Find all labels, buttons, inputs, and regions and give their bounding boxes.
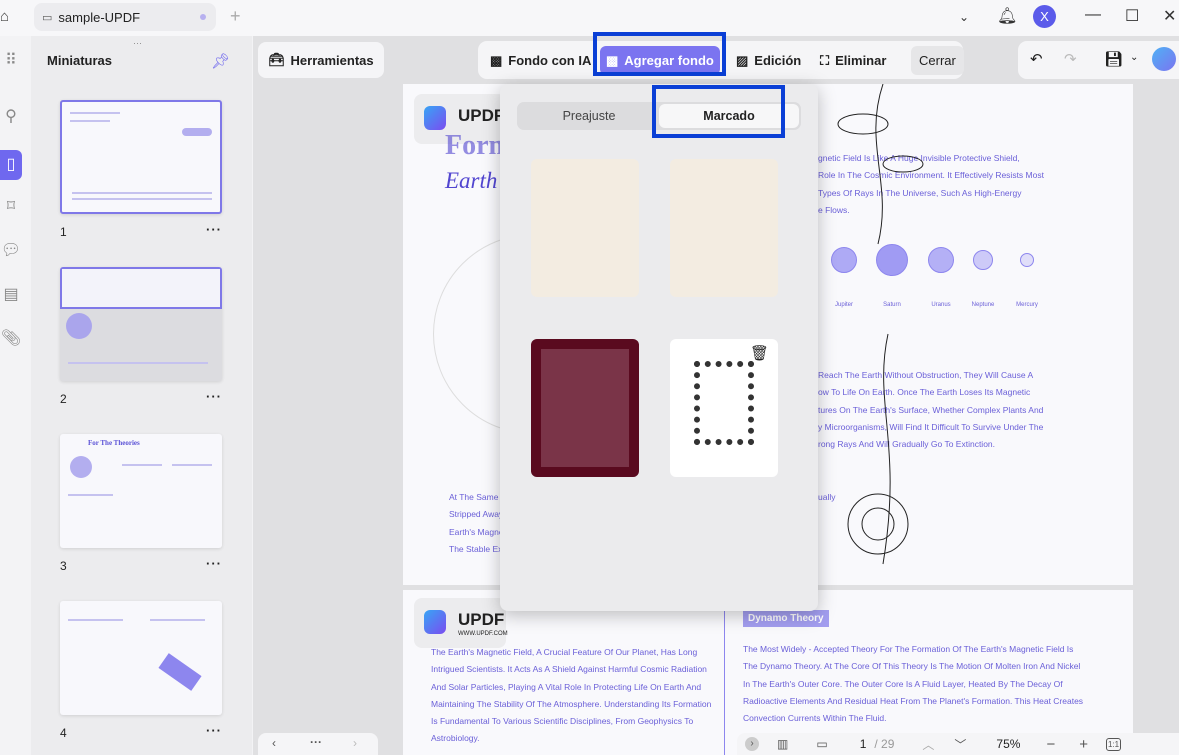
close-button[interactable]: Cerrar bbox=[911, 46, 964, 75]
trash-icon: ⛶ bbox=[820, 52, 830, 68]
sidebar-pager: ‹ ··· › bbox=[258, 733, 378, 755]
chevron-down-icon[interactable]: ⌄ bbox=[959, 10, 969, 24]
planet-label: Neptune bbox=[971, 302, 995, 308]
highlight-box bbox=[593, 32, 726, 76]
background-preset-card[interactable] bbox=[531, 159, 639, 297]
marked-background-card[interactable]: 🗑︎ bbox=[670, 339, 778, 477]
page-thumbnail-4[interactable] bbox=[60, 601, 222, 715]
prev-page-icon[interactable]: ︿ bbox=[922, 736, 934, 753]
next-page-icon[interactable]: ﹀ bbox=[954, 736, 966, 753]
new-tab-icon[interactable]: + bbox=[230, 6, 241, 27]
toolbox-icon: 🧰︎ bbox=[268, 52, 285, 67]
page-more-button[interactable]: ··· bbox=[206, 723, 222, 738]
ai-background-button[interactable]: ▩ Fondo con IA bbox=[484, 46, 597, 75]
ai-assistant-icon[interactable] bbox=[1152, 47, 1176, 71]
page-input[interactable]: 1 bbox=[860, 737, 867, 751]
maximize-icon[interactable]: ☐ bbox=[1125, 6, 1139, 26]
ai-checker-icon: ▩ bbox=[490, 52, 503, 68]
home-icon[interactable]: ⌂ bbox=[0, 8, 9, 25]
grid-icon[interactable]: ⠿ bbox=[0, 50, 22, 70]
highlight-box bbox=[652, 85, 785, 138]
planet-label: Mercury bbox=[1016, 302, 1038, 308]
comment-icon[interactable]: 💬︎ bbox=[0, 240, 22, 260]
delete-background-button[interactable]: ⛶ Eliminar bbox=[814, 46, 892, 75]
page-number: 2 bbox=[60, 392, 67, 406]
background-popup: Preajuste Marcado 🗑︎ bbox=[500, 84, 818, 611]
left-icon-bar: ⠿ ⚲ ▯ ⌑ 💬︎ ▤ 📎︎ bbox=[0, 36, 31, 755]
monitor-icon: ▭ bbox=[42, 11, 53, 24]
page-thumbnail-1[interactable] bbox=[60, 100, 222, 214]
page-thumbnail-3[interactable]: For The Theories bbox=[60, 434, 222, 548]
paragraph: The Earth's Magnetic Field, A Crucial Fe… bbox=[431, 647, 712, 744]
page-more-button[interactable]: ··· bbox=[206, 222, 222, 237]
tools-button[interactable]: 🧰︎ Herramientas bbox=[258, 42, 384, 78]
page-navigation-bar: › ▥ ▭ 1 / 29 ︿ ﹀ 75% − + 1:1 bbox=[737, 733, 1179, 755]
floral-illustration bbox=[837, 84, 924, 565]
sidebar-title: Miniaturas bbox=[47, 53, 113, 68]
search-icon[interactable]: ⚲ bbox=[0, 106, 22, 126]
paragraph: The Most Widely - Accepted Theory For Th… bbox=[743, 644, 1084, 724]
page-thumbnail-2[interactable] bbox=[60, 267, 222, 381]
background-preset-card[interactable] bbox=[670, 159, 778, 297]
tab-preset[interactable]: Preajuste bbox=[519, 104, 659, 128]
next-icon[interactable]: › bbox=[353, 736, 357, 750]
close-window-icon[interactable]: ✕ bbox=[1163, 6, 1176, 26]
zoom-in-icon[interactable]: + bbox=[1079, 736, 1088, 753]
page-number: 1 bbox=[60, 225, 67, 239]
form-icon[interactable]: ▤ bbox=[0, 284, 22, 304]
comment-icon[interactable]: ▭ bbox=[816, 737, 827, 751]
resize-handle[interactable]: ··· bbox=[133, 38, 142, 48]
chevron-down-icon[interactable]: ⌄ bbox=[1130, 52, 1138, 63]
page-total: / 29 bbox=[874, 737, 895, 751]
minimize-icon[interactable]: — bbox=[1085, 6, 1101, 24]
redo-icon[interactable]: ↷ bbox=[1064, 50, 1077, 68]
prev-icon[interactable]: ‹ bbox=[272, 736, 276, 750]
page-more-button[interactable]: ··· bbox=[206, 556, 222, 571]
page-more-button[interactable]: ··· bbox=[206, 389, 222, 404]
zoom-out-icon[interactable]: − bbox=[1046, 736, 1055, 753]
bookmark-icon[interactable]: ⌑ bbox=[0, 196, 22, 216]
attachment-icon[interactable]: 📎︎ bbox=[0, 328, 22, 348]
more-button[interactable]: ··· bbox=[310, 735, 322, 749]
document-tab[interactable]: ▭ sample-UPDF bbox=[34, 3, 216, 31]
right-toolbar: ↶ ↷ 💾︎ ⌄ bbox=[1018, 41, 1179, 79]
tab-title: sample-UPDF bbox=[58, 9, 141, 25]
pin-icon[interactable]: 📌︎ bbox=[211, 52, 230, 70]
pdf-page-2: UPDF WWW.UPDF.COM The Earth's Magnetic F… bbox=[403, 590, 1133, 755]
updf-logo: UPDF WWW.UPDF.COM bbox=[414, 598, 508, 648]
page-subtitle: Earth bbox=[445, 168, 498, 193]
thumbnails-icon[interactable]: ▯ bbox=[0, 150, 22, 180]
page-number: 4 bbox=[60, 726, 67, 740]
bell-icon[interactable]: 🔔︎ bbox=[997, 6, 1017, 26]
unsaved-dot bbox=[200, 14, 206, 20]
edit-icon: ▨ bbox=[736, 52, 749, 68]
planet-mercury bbox=[1020, 253, 1034, 267]
expand-icon[interactable]: › bbox=[745, 737, 759, 751]
planet-neptune bbox=[973, 250, 993, 270]
actual-size-button[interactable]: 1:1 bbox=[1105, 737, 1122, 751]
zoom-level[interactable]: 75% bbox=[996, 737, 1020, 751]
edit-background-button[interactable]: ▨ Edición bbox=[730, 46, 807, 75]
marked-background-card[interactable] bbox=[531, 339, 639, 477]
undo-icon[interactable]: ↶ bbox=[1030, 50, 1043, 68]
thumbnail-heading: For The Theories bbox=[88, 439, 140, 447]
section-title: Dynamo Theory bbox=[743, 610, 829, 627]
save-icon[interactable]: 💾︎ bbox=[1104, 50, 1123, 68]
page-number: 3 bbox=[60, 559, 67, 573]
trash-icon[interactable]: 🗑︎ bbox=[750, 344, 769, 362]
paragraph: At The Same T Stripped Away Earth's Magne T… bbox=[449, 492, 506, 554]
page-layout-icon[interactable]: ▥ bbox=[777, 737, 788, 751]
avatar[interactable]: X bbox=[1033, 5, 1056, 28]
thumbnail-sidebar: ··· Miniaturas 📌︎ 1 ··· 2 ··· For The Th… bbox=[31, 36, 252, 755]
